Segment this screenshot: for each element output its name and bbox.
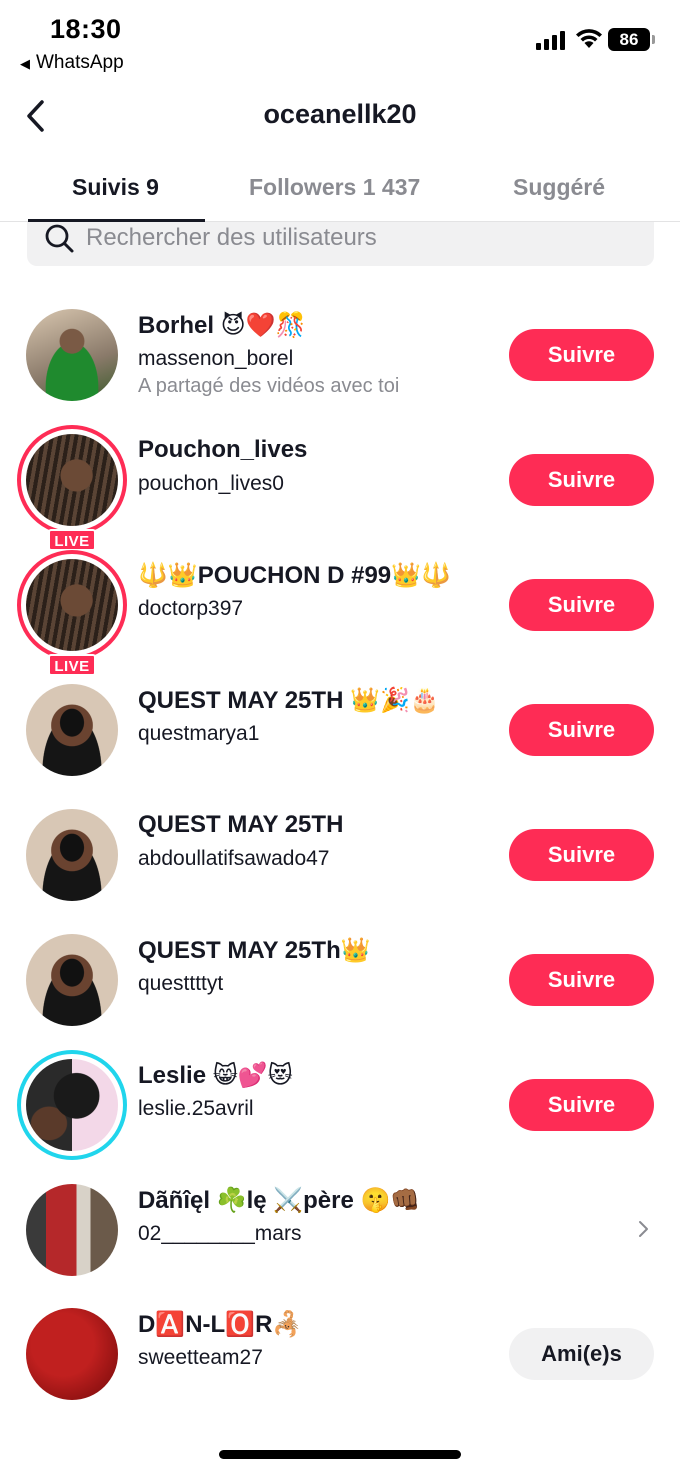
list-item[interactable]: QUEST MAY 25Th👑 questtttyt Suivre bbox=[0, 934, 680, 1059]
display-name: 🔱👑POUCHON D #99👑🔱 bbox=[138, 562, 451, 589]
list-item[interactable]: D🅰️N-L🅾️R🦂 sweetteam27 Ami(e)s bbox=[0, 1308, 680, 1433]
search-icon bbox=[45, 224, 74, 253]
display-name: D🅰️N-L🅾️R🦂 bbox=[138, 1311, 303, 1338]
avatar[interactable]: LIVE bbox=[17, 425, 127, 551]
wifi-icon bbox=[576, 29, 602, 48]
username: abdoullatifsawado47 bbox=[138, 847, 330, 870]
avatar[interactable] bbox=[26, 1308, 118, 1400]
username: doctorp397 bbox=[138, 597, 244, 620]
display-name: Leslie 😸💕😻 bbox=[138, 1062, 293, 1089]
follow-button[interactable]: Suivre bbox=[509, 704, 654, 756]
home-indicator bbox=[219, 1450, 461, 1459]
avatar[interactable] bbox=[17, 1050, 127, 1160]
back-to-app-link[interactable]: ◀ WhatsApp bbox=[20, 52, 124, 74]
avatar[interactable] bbox=[26, 809, 118, 901]
list-item[interactable]: Borhel 😈❤️🎊 massenon_borel A partagé des… bbox=[0, 309, 680, 434]
display-name: Dãñîęl ☘️lę ⚔️père 🤫👊🏾 bbox=[138, 1187, 421, 1214]
follow-button[interactable]: Suivre bbox=[509, 454, 654, 506]
chevron-right-icon[interactable] bbox=[637, 1218, 651, 1240]
follow-button[interactable]: Suivre bbox=[509, 829, 654, 881]
live-badge: LIVE bbox=[48, 529, 96, 551]
avatar[interactable] bbox=[26, 934, 118, 1026]
back-triangle-icon: ◀ bbox=[20, 56, 30, 71]
list-item[interactable]: Dãñîęl ☘️lę ⚔️père 🤫👊🏾 02________mars bbox=[0, 1184, 680, 1309]
display-name: Borhel 😈❤️🎊 bbox=[138, 312, 306, 339]
avatar[interactable]: LIVE bbox=[17, 550, 127, 676]
search-input[interactable]: Rechercher des utilisateurs bbox=[27, 222, 654, 266]
list-item[interactable]: LIVE Pouchon_lives pouchon_lives0 Suivre bbox=[0, 425, 680, 559]
follow-button[interactable]: Suivre bbox=[509, 954, 654, 1006]
avatar[interactable] bbox=[26, 1184, 118, 1276]
follow-button[interactable]: Suivre bbox=[509, 329, 654, 381]
back-app-label: WhatsApp bbox=[36, 52, 124, 73]
page-title: oceanellk20 bbox=[263, 99, 417, 129]
username: pouchon_lives0 bbox=[138, 472, 284, 495]
display-name: Pouchon_lives bbox=[138, 436, 308, 463]
username: massenon_borel bbox=[138, 347, 294, 370]
follow-tabs: Suivis 9 Followers 1 437 Suggéré bbox=[0, 160, 680, 222]
live-badge: LIVE bbox=[48, 654, 96, 676]
list-item[interactable]: Leslie 😸💕😻 leslie.25avril Suivre bbox=[0, 1050, 680, 1184]
follow-button[interactable]: Suivre bbox=[509, 1079, 654, 1131]
tab-suggested[interactable]: Suggéré bbox=[513, 174, 605, 201]
username: questtttyt bbox=[138, 972, 224, 995]
avatar[interactable] bbox=[26, 309, 118, 401]
list-item[interactable]: LIVE 🔱👑POUCHON D #99👑🔱 doctorp397 Suivre bbox=[0, 550, 680, 684]
search-placeholder: Rechercher des utilisateurs bbox=[86, 224, 377, 251]
username: sweetteam27 bbox=[138, 1346, 263, 1369]
username: leslie.25avril bbox=[138, 1097, 254, 1120]
list-item[interactable]: QUEST MAY 25TH 👑🎉🎂 questmarya1 Suivre bbox=[0, 684, 680, 809]
friends-button[interactable]: Ami(e)s bbox=[509, 1328, 654, 1380]
status-bar: 18:30 ◀ WhatsApp 86 bbox=[0, 0, 680, 80]
username: questmarya1 bbox=[138, 722, 260, 745]
follow-button[interactable]: Suivre bbox=[509, 579, 654, 631]
display-name: QUEST MAY 25Th👑 bbox=[138, 937, 371, 964]
username: 02________mars bbox=[138, 1222, 302, 1245]
display-name: QUEST MAY 25TH bbox=[138, 811, 344, 838]
cellular-signal-icon bbox=[536, 30, 568, 50]
battery-indicator: 86 bbox=[608, 28, 655, 51]
list-item[interactable]: QUEST MAY 25TH abdoullatifsawado47 Suivr… bbox=[0, 809, 680, 934]
avatar[interactable] bbox=[26, 684, 118, 776]
status-time: 18:30 bbox=[50, 14, 122, 44]
activity-subtitle: A partagé des vidéos avec toi bbox=[138, 375, 400, 397]
display-name: QUEST MAY 25TH 👑🎉🎂 bbox=[138, 687, 440, 714]
tab-following[interactable]: Suivis 9 bbox=[72, 174, 159, 201]
tab-followers[interactable]: Followers 1 437 bbox=[249, 174, 420, 201]
